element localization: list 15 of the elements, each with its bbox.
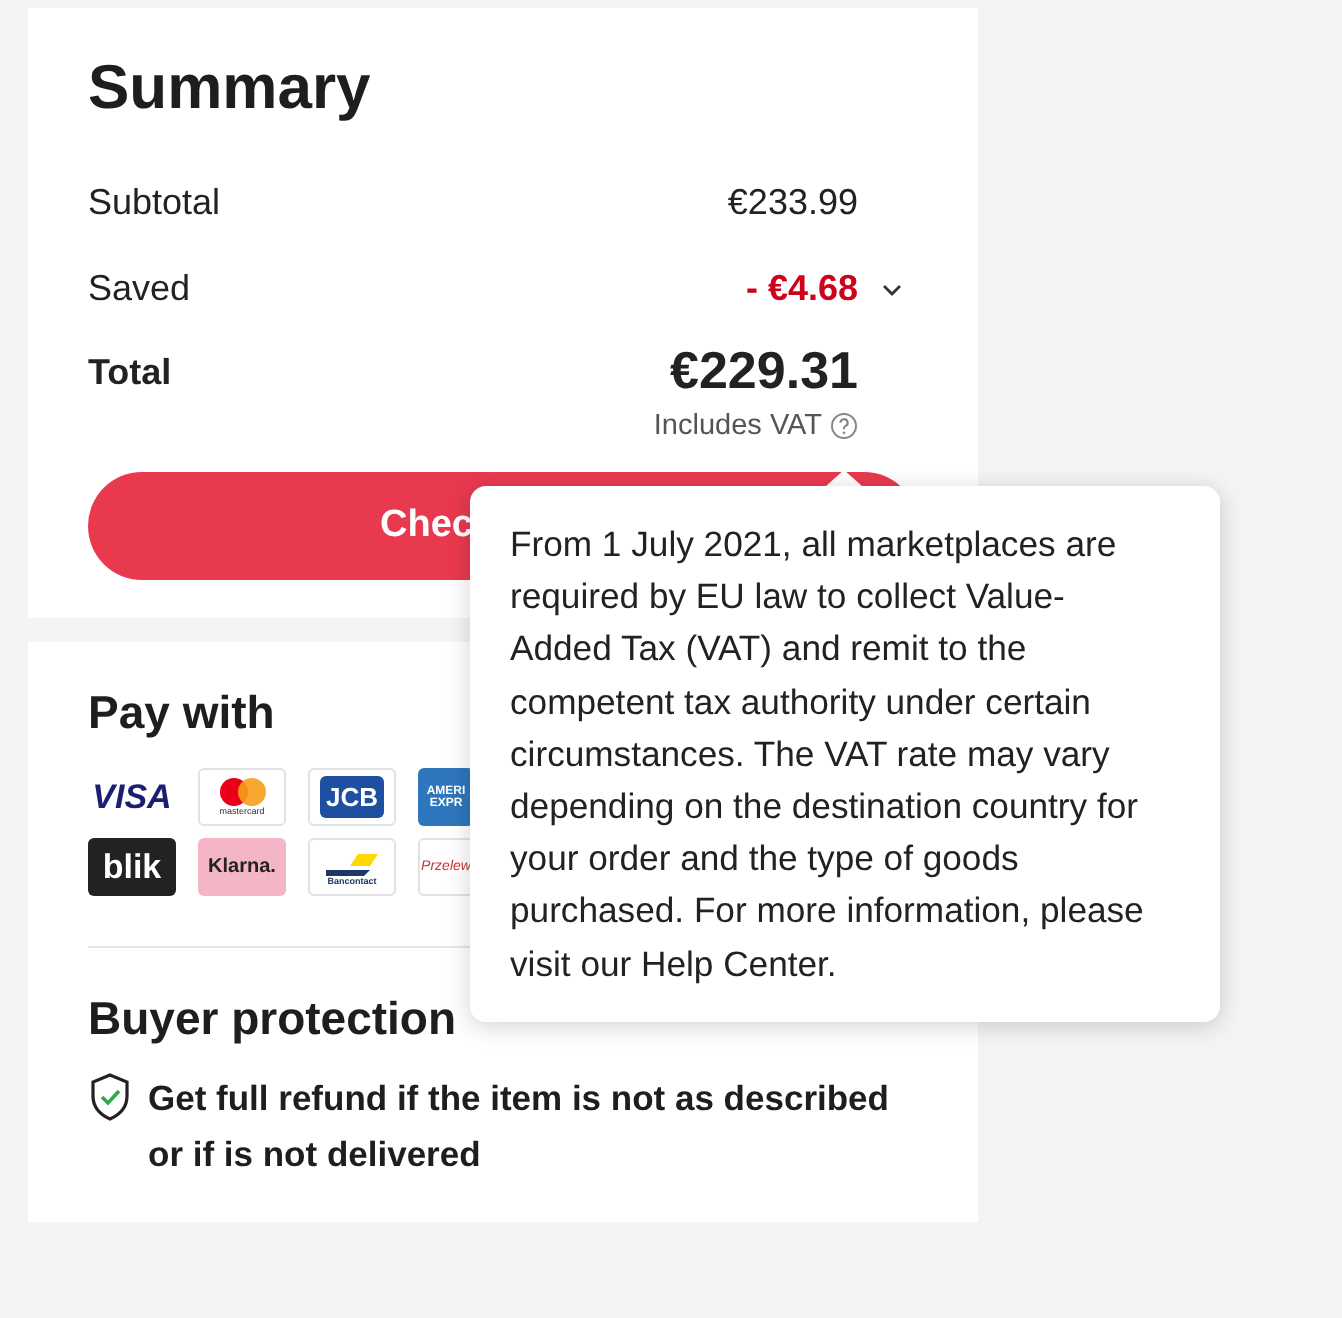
total-amount: €229.31 [670,340,858,402]
buyer-protection-title: Buyer protection [88,992,457,1046]
summary-label: Total [88,350,174,394]
jcb-logo: JCB [308,768,396,826]
pay-with-title: Pay with [88,686,275,740]
discount-amount: - €4.68 [745,268,858,310]
klarna-logo: Klarna. [198,838,286,896]
vat-note: Includes VAT [653,410,822,442]
summary-label: Saved [88,268,193,310]
tooltip-text: From 1 July 2021, all marketplaces are required by EU law to collect Value-Added Tax (VAT) and remit to the competent tax authority under certain circumstances. The VAT rate may vary depending on the destination country for your order and the type of goods purchased. For more information, please visit our Help Center. [510,522,1146,988]
summary-label: Subtotal [88,182,223,224]
summary-amount: €233.99 [727,182,858,224]
blik-logo: blik [88,838,176,896]
protection-text: Get full refund if the item is not as described or if is not delivered [148,1076,891,1178]
summary-title: Summary [88,52,373,124]
